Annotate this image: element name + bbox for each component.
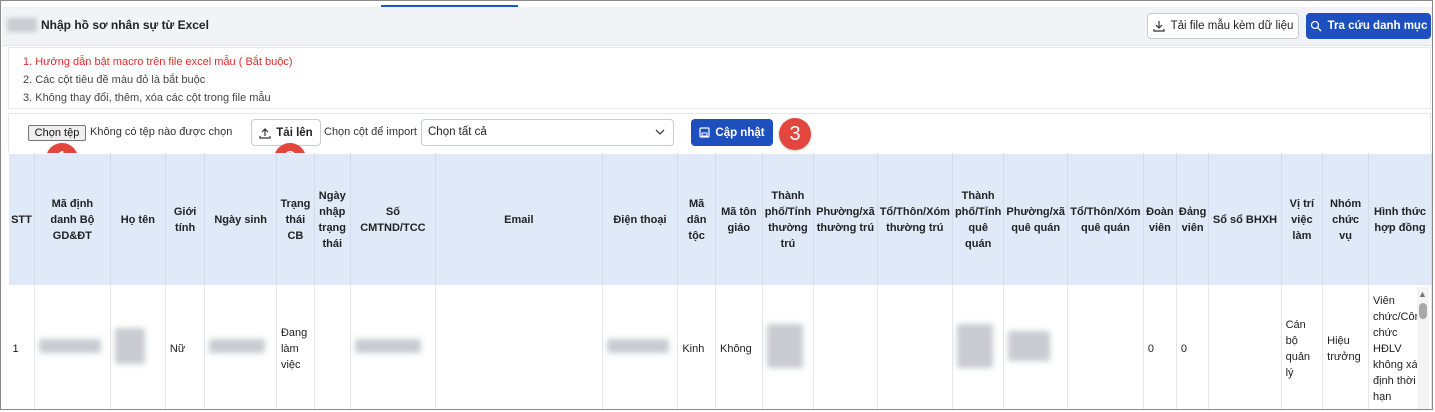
col-header-dien-thoai: Điện thoại: [601, 153, 679, 286]
cell-so-bhxh: [1208, 285, 1282, 409]
col-header-tinh-que-quan: Thành phố/Tỉnh quê quán: [951, 153, 1005, 286]
import-data-table: STT Mã định danh Bộ GD&ĐT Họ tên Giới tí…: [8, 153, 1432, 409]
cell-tinh-thuong-tru-redacted: [762, 285, 815, 409]
download-template-label: Tải file mẫu kèm dữ liệu: [1170, 20, 1294, 32]
col-header-vi-tri: Vị trí việc làm: [1280, 153, 1324, 286]
col-header-ma-ton-giao: Mã tôn giáo: [714, 153, 763, 286]
cell-ngay-nhap: [314, 285, 351, 409]
col-header-ho-ten: Họ tên: [109, 153, 166, 286]
step-badge-3: 3: [779, 118, 811, 150]
import-window: Nhập hồ sơ nhân sự từ Excel Tải file mẫu…: [0, 0, 1433, 410]
table-row[interactable]: 1 Nữ Đang làm việc Kinh Không 0 0 Cán bộ…: [8, 285, 1432, 409]
download-template-button[interactable]: Tải file mẫu kèm dữ liệu: [1147, 13, 1299, 39]
col-header-phuong-que-quan: Phường/xã quê quán: [1003, 153, 1068, 286]
cell-dien-thoai-redacted: [602, 285, 679, 409]
scroll-up-arrow-icon[interactable]: ▲: [1418, 289, 1427, 299]
cell-thon-que-quan: [1067, 285, 1144, 409]
col-header-dang-vien: Đảng viên: [1175, 153, 1210, 286]
file-status-text: Không có tệp nào được chọn: [90, 126, 233, 138]
download-icon: [1153, 21, 1165, 32]
upload-icon: [259, 127, 271, 139]
col-header-doan-vien: Đoàn viên: [1142, 153, 1177, 286]
scrollbar-thumb[interactable]: [1419, 303, 1427, 319]
cell-gioi-tinh: Nữ: [165, 285, 206, 409]
col-header-phuong-thuong-tru: Phường/xã thường trú: [813, 153, 878, 286]
note-macro: 1. Hướng dẫn bật macro trên file excel m…: [23, 56, 293, 68]
cell-nhom-chuc-vu: Hiệu trưởng: [1322, 285, 1369, 409]
cell-ton-giao: Không: [715, 285, 763, 409]
col-header-thon-thuong-tru: Tổ/Thôn/Xóm thường trú: [876, 153, 953, 286]
update-button[interactable]: Cập nhật: [691, 119, 773, 146]
upload-label: Tải lên: [276, 126, 313, 139]
column-select[interactable]: Chọn tất cả: [421, 119, 674, 146]
column-select-value: Chọn tất cả: [428, 126, 487, 138]
note-no-modify: 3. Không thay đổi, thêm, xóa các cột tro…: [23, 92, 271, 104]
cell-phuong-thuong-tru: [813, 285, 878, 409]
upload-button[interactable]: Tải lên: [251, 119, 321, 146]
save-icon: [699, 127, 710, 138]
col-header-ma-dinh-danh: Mã định danh Bộ GD&ĐT: [33, 153, 111, 286]
cell-tinh-que-quan-redacted: [952, 285, 1005, 409]
cell-phuong-que-quan-redacted: [1003, 285, 1068, 409]
col-header-tinh-thuong-tru: Thành phố/Tỉnh thường trú: [761, 153, 815, 286]
chevron-down-icon: [655, 129, 665, 135]
col-header-email: Email: [435, 153, 603, 286]
col-header-stt: STT: [8, 153, 35, 286]
cell-dan-toc: Kinh: [677, 285, 716, 409]
col-header-thon-que-quan: Tổ/Thôn/Xóm quê quán: [1066, 153, 1144, 286]
cell-ma-dinh-danh-redacted: [34, 285, 111, 409]
page-title: Nhập hồ sơ nhân sự từ Excel: [41, 18, 209, 32]
table-header-row: STT Mã định danh Bộ GD&ĐT Họ tên Giới tí…: [8, 153, 1432, 286]
col-header-trang-thai: Trạng thái CB: [275, 153, 315, 286]
lookup-catalog-button[interactable]: Tra cứu danh mục: [1306, 13, 1431, 39]
lookup-catalog-label: Tra cứu danh mục: [1327, 20, 1428, 32]
col-header-hinh-thuc: Hình thức hợp đồng: [1368, 153, 1432, 286]
cell-doan-vien: 0: [1143, 285, 1177, 409]
column-select-label: Chọn cột để import: [324, 126, 417, 138]
search-icon: [1310, 20, 1322, 32]
cell-ngay-sinh-redacted: [204, 285, 277, 409]
cell-email: [435, 285, 603, 409]
cell-thon-thuong-tru: [877, 285, 953, 409]
cell-vi-tri: Cán bộ quản lý: [1281, 285, 1324, 409]
update-label: Cập nhật: [715, 126, 765, 139]
logo: [7, 18, 37, 32]
cell-cmtnd-redacted: [350, 285, 437, 409]
cell-ho-ten-redacted: [110, 285, 166, 409]
cell-dang-vien: 0: [1176, 285, 1210, 409]
note-required-columns: 2. Các cột tiêu đề màu đỏ là bắt buộc: [23, 74, 206, 86]
col-header-cmtnd: Số CMTND/TCC: [349, 153, 437, 286]
col-header-nhom-chuc-vu: Nhóm chức vụ: [1322, 153, 1369, 286]
choose-file-button[interactable]: Chọn tệp: [28, 125, 86, 141]
col-header-ngay-sinh: Ngày sinh: [204, 153, 277, 286]
col-header-so-bhxh: Sổ sổ BHXH: [1208, 153, 1282, 286]
cell-stt: 1: [8, 285, 35, 409]
col-header-ngay-nhap: Ngày nhập trạng thái: [313, 153, 351, 286]
col-header-ma-dan-toc: Mã dân tộc: [677, 153, 716, 286]
col-header-gioi-tinh: Giới tính: [164, 153, 206, 286]
cell-trang-thai: Đang làm việc: [276, 285, 315, 409]
